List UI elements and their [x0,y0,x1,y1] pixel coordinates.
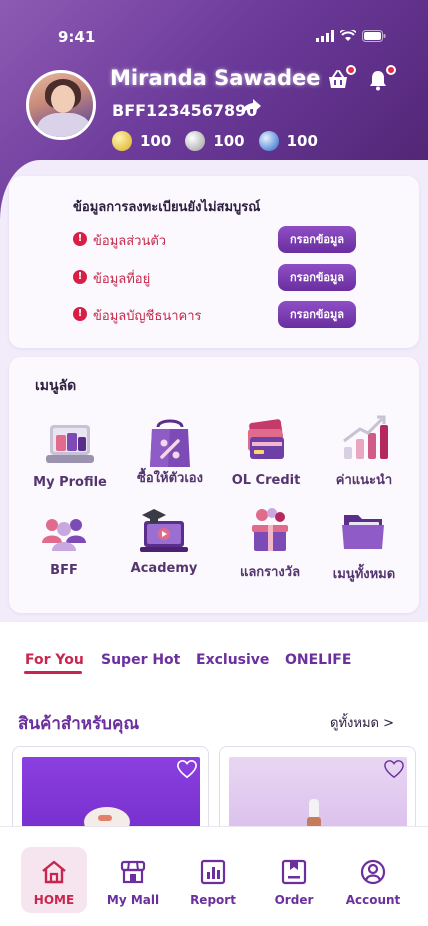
member-id: BFF1234567890 [112,101,258,120]
warning-icon: ! [73,232,87,246]
nav-report[interactable]: Report [180,847,246,913]
account-icon [360,859,386,885]
shopping-bag-icon [142,415,198,467]
registration-row-bank: ! ข้อมูลบัญชีธนาคาร กรอกข้อมูล [73,301,363,328]
signal-icon [316,30,334,42]
menu-item-all[interactable]: เมนูทั้งหมด [314,507,414,584]
registration-label: ข้อมูลที่อยู่ [93,272,151,287]
cart-badge [346,65,356,75]
tab-onelife[interactable]: ONELIFE [285,652,351,668]
academy-icon [136,505,192,555]
coin-balances: 100 100 100 [112,131,322,151]
quick-menu-card: เมนูลัด My Profile ซื้อให้ตัวเอง OL Cred… [9,357,419,613]
profile-icon [42,419,98,469]
tab-for-you[interactable]: For You [25,652,84,668]
notification-button[interactable] [366,65,396,94]
report-icon [200,859,226,885]
nav-account[interactable]: Account [340,847,406,913]
see-all-link[interactable]: ดูทั้งหมด > [330,712,394,733]
gift-icon [242,505,298,555]
menu-item-bff[interactable]: BFF [14,507,114,578]
menu-item-academy[interactable]: Academy [114,505,214,576]
tab-super-hot[interactable]: Super Hot [101,652,180,668]
registration-row-address: ! ข้อมูลที่อยู่ กรอกข้อมูล [73,264,363,291]
coin-gold: 100 [112,131,171,151]
coin-blue: 100 [258,131,318,151]
user-name: Miranda Sawadee [110,66,321,90]
fill-personal-button[interactable]: กรอกข้อมูล [278,226,356,253]
active-tab-indicator [24,671,82,674]
store-icon [120,860,146,884]
notification-badge [386,65,396,75]
status-time: 9:41 [58,28,96,46]
nav-my-mall[interactable]: My Mall [100,847,166,913]
people-icon [36,507,92,557]
bottom-nav: HOME My Mall Report Order Account [0,826,428,926]
warning-icon: ! [73,307,87,321]
registration-label: ข้อมูลส่วนตัว [93,234,167,249]
tab-exclusive[interactable]: Exclusive [196,652,269,668]
fill-address-button[interactable]: กรอกข้อมูล [278,264,356,291]
gold-coin-icon [112,131,132,151]
registration-row-personal: ! ข้อมูลส่วนตัว กรอกข้อมูล [73,226,363,253]
folder-icon [336,507,392,557]
heart-icon[interactable] [383,759,405,779]
warning-icon: ! [73,270,87,284]
registration-card: ข้อมูลการลงทะเบียนยังไม่สมบูรณ์ ! ข้อมูล… [9,176,419,348]
silver-coin-icon [185,131,206,151]
heart-icon[interactable] [176,759,198,779]
battery-icon [362,30,386,42]
menu-item-referral[interactable]: ค่าแนะนำ [314,413,414,490]
products-section-title: สินค้าสำหรับคุณ [18,714,140,734]
registration-label: ข้อมูลบัญชีธนาคาร [93,309,202,324]
wifi-icon [340,30,356,41]
menu-item-rewards[interactable]: แลกรางวัล [220,505,320,582]
avatar[interactable] [26,70,96,140]
order-icon [281,859,307,885]
nav-order[interactable]: Order [261,847,327,913]
cart-button[interactable] [326,65,356,94]
coin-silver: 100 [185,131,245,151]
blue-coin-icon [258,131,279,151]
share-arrow-icon[interactable] [240,97,262,117]
registration-title: ข้อมูลการลงทะเบียนยังไม่สมบูรณ์ [73,200,261,215]
products-section: สินค้าสำหรับคุณ ดูทั้งหมด > [0,682,428,856]
status-bar: 9:41 [0,26,428,50]
menu-item-ol-credit[interactable]: OL Credit [216,417,316,488]
credit-card-icon [238,417,294,467]
status-icons [316,30,386,42]
fill-bank-button[interactable]: กรอกข้อมูล [278,301,356,328]
home-icon [42,860,66,884]
growth-chart-icon [336,413,392,463]
quick-menu-title: เมนูลัด [35,378,77,394]
menu-item-buy-self[interactable]: ซื้อให้ตัวเอง [120,415,220,488]
nav-home[interactable]: HOME [21,847,87,913]
menu-item-my-profile[interactable]: My Profile [20,419,120,490]
